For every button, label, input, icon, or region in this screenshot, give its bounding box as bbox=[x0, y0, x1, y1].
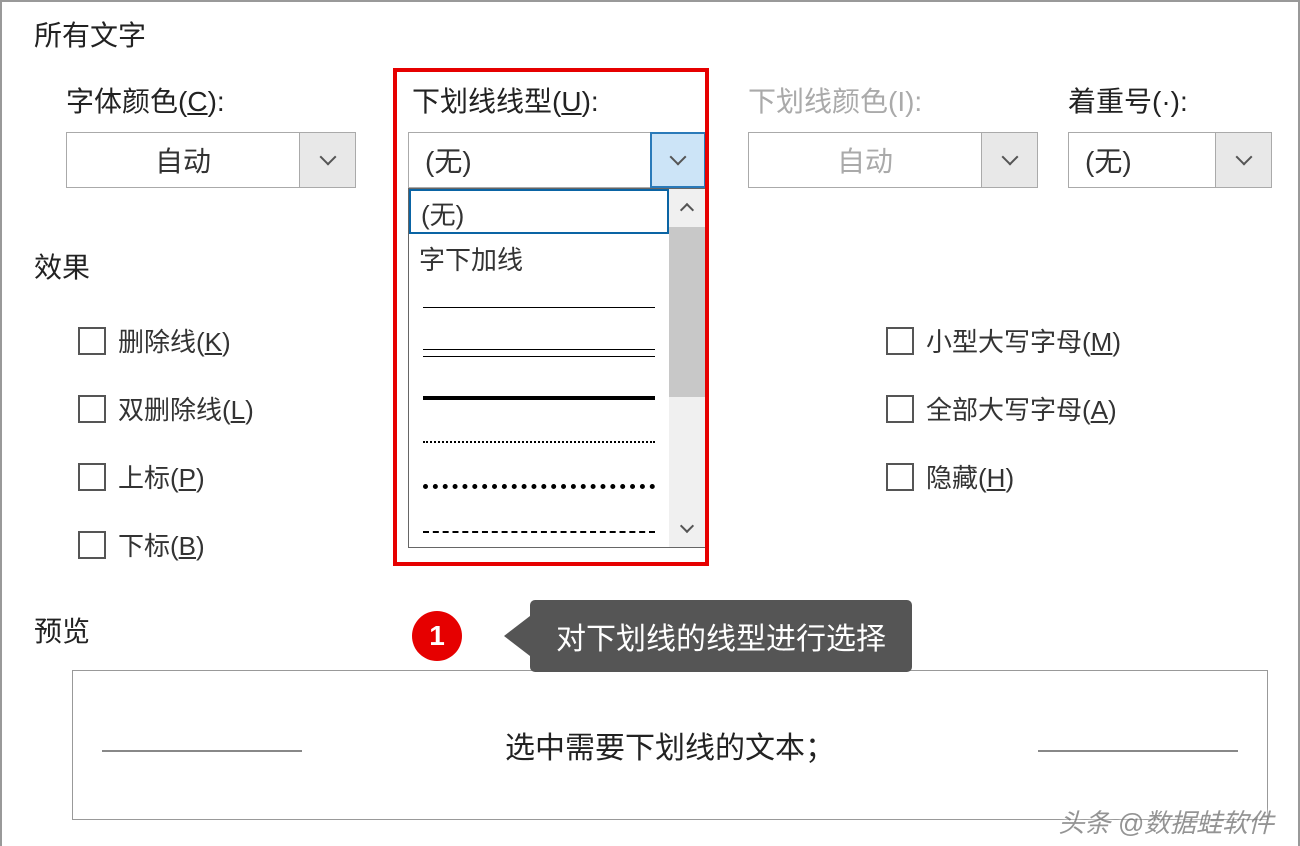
strikethrough-checkbox[interactable]: 删除线(K) bbox=[78, 322, 231, 359]
font-color-label-post: ): bbox=[208, 86, 225, 117]
font-color-accel: C bbox=[187, 86, 207, 117]
font-dialog: 所有文字 字体颜色(C): 下划线线型(U): 下划线颜色(I): 着重号(·)… bbox=[0, 0, 1300, 846]
allcaps-label-pre: 全部大写字母( bbox=[926, 395, 1091, 425]
emphasis-value: (无) bbox=[1069, 140, 1215, 180]
super-label-post: ) bbox=[196, 463, 205, 493]
line-single-icon bbox=[419, 283, 659, 323]
chevron-down-icon bbox=[1001, 149, 1018, 166]
checkbox-icon bbox=[886, 395, 914, 423]
chevron-up-icon bbox=[680, 203, 694, 217]
font-color-dropdown[interactable]: 自动 bbox=[66, 132, 356, 188]
underline-style-dropdown[interactable]: (无) bbox=[408, 132, 706, 188]
dstrike-accel: L bbox=[231, 395, 245, 425]
allcaps-label-post: ) bbox=[1108, 395, 1117, 425]
hidden-accel: H bbox=[987, 463, 1006, 493]
listbox-scrollbar[interactable] bbox=[669, 189, 705, 547]
underline-style-list: (无) 字下加线 bbox=[409, 189, 669, 547]
underline-color-label: 下划线颜色(I): bbox=[748, 80, 922, 120]
chevron-down-icon bbox=[319, 149, 336, 166]
chevron-down-icon bbox=[670, 149, 687, 166]
smallcaps-accel: M bbox=[1091, 327, 1113, 357]
preview-line-right bbox=[1038, 750, 1238, 752]
annotation-number-badge: 1 bbox=[412, 611, 462, 661]
annotation-text: 对下划线的线型进行选择 bbox=[530, 600, 912, 672]
underline-style-listbox[interactable]: (无) 字下加线 bbox=[408, 188, 706, 548]
underline-option-double[interactable] bbox=[409, 323, 669, 368]
chevron-down-icon bbox=[680, 519, 694, 533]
subscript-checkbox[interactable]: 下标(B) bbox=[78, 526, 205, 563]
line-dashed-icon bbox=[419, 507, 659, 547]
emphasis-dropdown-button[interactable] bbox=[1215, 133, 1271, 187]
font-color-dropdown-button[interactable] bbox=[299, 133, 355, 187]
line-double-icon bbox=[419, 328, 659, 368]
strike-label-post: ) bbox=[222, 327, 231, 357]
underline-color-dropdown-button[interactable] bbox=[981, 133, 1037, 187]
sub-accel: B bbox=[179, 531, 196, 561]
section-all-text: 所有文字 bbox=[34, 14, 146, 54]
superscript-checkbox[interactable]: 上标(P) bbox=[78, 458, 205, 495]
underline-option-dashed[interactable] bbox=[409, 502, 669, 547]
font-color-label: 字体颜色(C): bbox=[66, 80, 225, 120]
line-dotted-icon bbox=[419, 417, 659, 457]
hidden-label-pre: 隐藏( bbox=[926, 463, 987, 493]
underline-option-dotted-heavy[interactable] bbox=[409, 458, 669, 503]
sub-label-post: ) bbox=[196, 531, 205, 561]
underline-style-label: 下划线线型(U): bbox=[412, 80, 599, 120]
underline-option-dotted[interactable] bbox=[409, 413, 669, 458]
preview-sample-text: 选中需要下划线的文本； bbox=[505, 723, 835, 767]
underline-option-none[interactable]: (无) bbox=[409, 189, 669, 234]
super-accel: P bbox=[179, 463, 196, 493]
hidden-checkbox[interactable]: 隐藏(H) bbox=[886, 458, 1014, 495]
section-effects: 效果 bbox=[34, 246, 90, 286]
watermark-text: 头条 @数据蛙软件 bbox=[1058, 803, 1274, 840]
scroll-up-button[interactable] bbox=[669, 189, 705, 227]
underline-style-accel: U bbox=[561, 86, 581, 117]
super-label-pre: 上标( bbox=[118, 463, 179, 493]
dstrike-label-pre: 双删除线( bbox=[118, 395, 231, 425]
scroll-thumb[interactable] bbox=[669, 227, 705, 397]
checkbox-icon bbox=[886, 463, 914, 491]
hidden-label-post: ) bbox=[1005, 463, 1014, 493]
font-color-value: 自动 bbox=[67, 140, 299, 180]
preview-line-left bbox=[102, 750, 302, 752]
emphasis-label: 着重号(·): bbox=[1068, 80, 1188, 120]
checkbox-icon bbox=[78, 327, 106, 355]
scroll-down-button[interactable] bbox=[669, 509, 705, 547]
strike-accel: K bbox=[205, 327, 222, 357]
chevron-down-icon bbox=[1235, 149, 1252, 166]
checkbox-icon bbox=[886, 327, 914, 355]
checkbox-icon bbox=[78, 463, 106, 491]
strike-label-pre: 删除线( bbox=[118, 327, 205, 357]
underline-option-thick[interactable] bbox=[409, 368, 669, 413]
annotation-arrow-icon bbox=[504, 616, 530, 656]
smallcaps-label-pre: 小型大写字母( bbox=[926, 327, 1091, 357]
smallcaps-label-post: ) bbox=[1112, 327, 1121, 357]
underline-option-words-only[interactable]: 字下加线 bbox=[409, 234, 669, 279]
line-thick-icon bbox=[419, 373, 659, 413]
scroll-track[interactable] bbox=[669, 397, 705, 509]
preview-box: 选中需要下划线的文本； bbox=[72, 670, 1268, 820]
dstrike-label-post: ) bbox=[245, 395, 254, 425]
underline-style-label-post: ): bbox=[582, 86, 599, 117]
emphasis-dropdown[interactable]: (无) bbox=[1068, 132, 1272, 188]
allcaps-accel: A bbox=[1091, 395, 1108, 425]
underline-color-dropdown[interactable]: 自动 bbox=[748, 132, 1038, 188]
small-caps-checkbox[interactable]: 小型大写字母(M) bbox=[886, 322, 1121, 359]
line-dotted-heavy-icon bbox=[419, 462, 659, 502]
sub-label-pre: 下标( bbox=[118, 531, 179, 561]
section-preview: 预览 bbox=[34, 610, 90, 650]
underline-style-dropdown-button[interactable] bbox=[650, 132, 706, 188]
font-color-label-pre: 字体颜色( bbox=[66, 86, 187, 117]
underline-style-label-pre: 下划线线型( bbox=[412, 86, 561, 117]
checkbox-icon bbox=[78, 531, 106, 559]
all-caps-checkbox[interactable]: 全部大写字母(A) bbox=[886, 390, 1117, 427]
double-strikethrough-checkbox[interactable]: 双删除线(L) bbox=[78, 390, 254, 427]
underline-option-single[interactable] bbox=[409, 279, 669, 324]
checkbox-icon bbox=[78, 395, 106, 423]
underline-style-value: (无) bbox=[409, 140, 651, 180]
annotation-callout: 1 对下划线的线型进行选择 bbox=[412, 600, 912, 672]
underline-color-value: 自动 bbox=[749, 140, 981, 180]
